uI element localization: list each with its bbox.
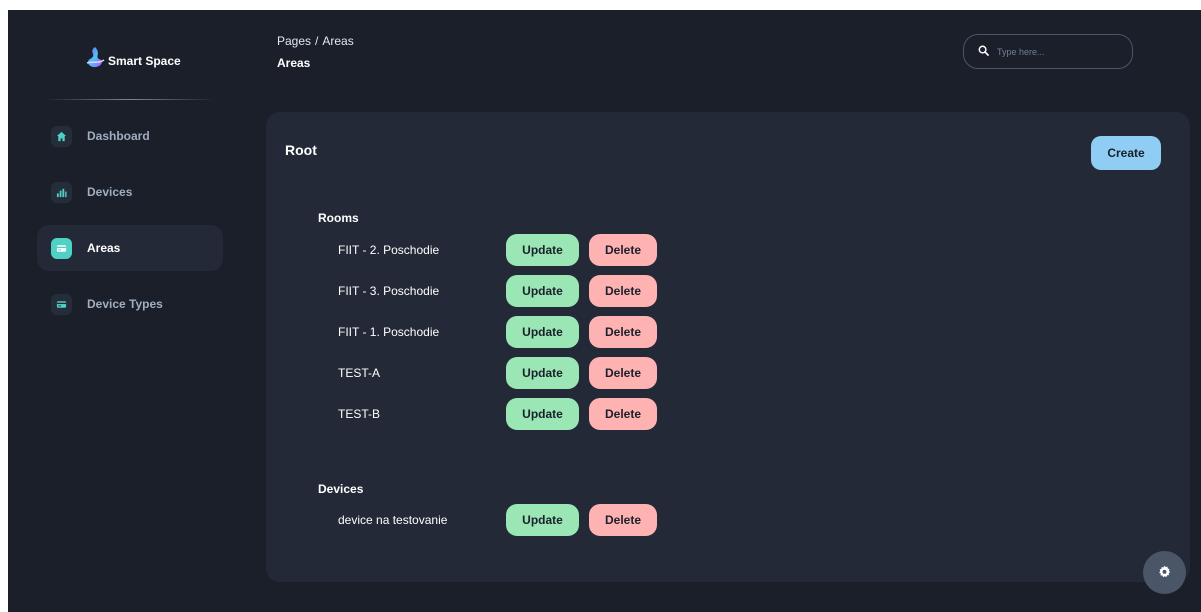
delete-button[interactable]: Delete [589, 275, 657, 307]
brand[interactable]: Smart Space [84, 46, 181, 70]
breadcrumb-parent[interactable]: Pages [277, 34, 311, 48]
room-name: TEST-B [338, 407, 381, 421]
app-window: Smart Space Dashboard Devices Areas Devi… [8, 10, 1201, 612]
delete-button[interactable]: Delete [589, 357, 657, 389]
delete-button[interactable]: Delete [589, 504, 657, 536]
sidebar-item-label: Device Types [87, 297, 163, 311]
brand-name: Smart Space [108, 54, 181, 68]
page-title: Areas [277, 56, 311, 70]
list-item: TEST-A Update Delete [338, 357, 678, 389]
delete-button[interactable]: Delete [589, 316, 657, 348]
list-item: TEST-B Update Delete [338, 398, 678, 430]
device-name: device na testovanie [338, 513, 448, 527]
sidebar-item-areas[interactable]: Areas [37, 225, 223, 271]
home-icon [51, 125, 72, 147]
card-icon [51, 237, 72, 259]
list-item: FIIT - 3. Poschodie Update Delete [338, 275, 678, 307]
sidebar-item-label: Areas [87, 241, 121, 255]
card-icon [51, 293, 72, 315]
sidebar-item-devices[interactable]: Devices [37, 169, 223, 215]
search-input[interactable] [997, 46, 1117, 57]
breadcrumb-current: Areas [322, 34, 354, 48]
room-name: FIIT - 3. Poschodie [338, 284, 440, 298]
update-button[interactable]: Update [506, 504, 579, 536]
card-title: Root [285, 142, 317, 158]
areas-card: Root Create Rooms FIIT - 2. Poschodie Up… [266, 112, 1190, 582]
room-name: FIIT - 2. Poschodie [338, 243, 440, 257]
delete-button[interactable]: Delete [589, 398, 657, 430]
gear-icon [1158, 565, 1171, 581]
chart-bars-icon [51, 181, 72, 203]
brand-logo-icon [86, 47, 105, 68]
create-button[interactable]: Create [1091, 136, 1161, 170]
rooms-section-title: Rooms [318, 211, 359, 225]
update-button[interactable]: Update [506, 357, 579, 389]
breadcrumb: Pages / Areas [277, 34, 354, 48]
devices-section-title: Devices [318, 482, 364, 496]
list-item: FIIT - 2. Poschodie Update Delete [338, 234, 678, 266]
breadcrumb-separator: / [315, 34, 319, 48]
sidebar: Smart Space Dashboard Devices Areas Devi… [8, 10, 238, 612]
update-button[interactable]: Update [506, 398, 579, 430]
sidebar-item-device-types[interactable]: Device Types [37, 281, 223, 327]
settings-button[interactable] [1143, 551, 1186, 594]
sidebar-item-label: Devices [87, 185, 133, 199]
delete-button[interactable]: Delete [589, 234, 657, 266]
list-item: device na testovanie Update Delete [338, 504, 678, 536]
list-item: FIIT - 1. Poschodie Update Delete [338, 316, 678, 348]
update-button[interactable]: Update [506, 275, 579, 307]
sidebar-item-label: Dashboard [87, 129, 150, 143]
search-icon [978, 43, 989, 61]
sidebar-divider [44, 99, 216, 100]
update-button[interactable]: Update [506, 316, 579, 348]
room-name: FIIT - 1. Poschodie [338, 325, 440, 339]
search-box[interactable] [963, 34, 1133, 69]
sidebar-item-dashboard[interactable]: Dashboard [37, 113, 223, 159]
room-name: TEST-A [338, 366, 381, 380]
update-button[interactable]: Update [506, 234, 579, 266]
